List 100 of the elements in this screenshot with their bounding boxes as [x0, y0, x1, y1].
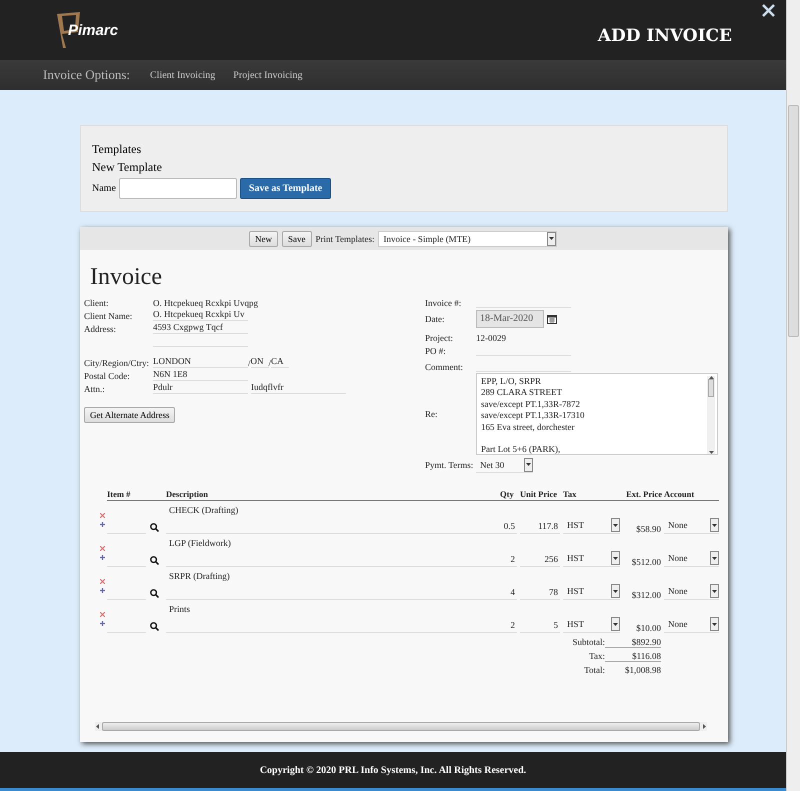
quantity-field[interactable]: 2	[500, 553, 517, 567]
print-templates-label: Print Templates:	[316, 234, 374, 244]
ext-price-value: $312.00	[630, 590, 662, 600]
unit-price-field[interactable]: 5	[520, 619, 560, 633]
column-header: Account	[664, 489, 719, 501]
toolbar-button[interactable]: Save	[282, 230, 312, 246]
attn-last-field[interactable]: Iudqflvfr	[251, 381, 346, 394]
description-field[interactable]: SRPR (Drafting)	[166, 567, 500, 600]
total-label: Total:	[583, 665, 605, 675]
toolbar-button[interactable]: New	[249, 230, 278, 246]
column-header: Qty	[500, 489, 520, 501]
account-dropdown[interactable]: None	[664, 550, 719, 567]
project-value: 12-0029	[476, 333, 506, 343]
total-label: Tax:	[588, 651, 605, 662]
field-label: PO #:	[425, 346, 447, 356]
unit-price-field[interactable]: 117.8	[520, 520, 560, 534]
field-label: City/Region/Ctry:	[84, 358, 150, 368]
name-field[interactable]	[118, 178, 237, 199]
column-header: Tax	[563, 489, 622, 501]
field-label: Date:	[425, 314, 446, 324]
client-name-field[interactable]: O. Htcpekueq Rcxkpi Uv	[153, 308, 248, 321]
delete-icon[interactable]	[100, 578, 104, 584]
add-icon[interactable]	[100, 588, 104, 592]
delete-icon[interactable]	[100, 612, 104, 616]
search-icon[interactable]	[150, 523, 159, 532]
tax-dropdown[interactable]: HST	[563, 517, 620, 534]
alternate-address-button[interactable]: Get Alternate Address	[84, 407, 176, 423]
address-field[interactable]: 4593 Cxgpwg Tqcf	[153, 321, 248, 334]
field-label: Postal Code:	[84, 371, 131, 381]
delete-icon[interactable]	[100, 512, 104, 518]
quantity-field[interactable]: 2	[500, 619, 517, 633]
invoice-title: Invoice	[90, 264, 163, 291]
scroll-thumb[interactable]	[708, 379, 714, 397]
save-template-button[interactable]: Save as Template	[240, 178, 332, 199]
field-label: Pymt. Terms:	[425, 460, 474, 470]
column-header: Item #	[107, 489, 150, 501]
ext-price-value: $10.00	[635, 623, 662, 633]
horizontal-scrollbar[interactable]	[95, 722, 707, 731]
attn-first-field[interactable]: Pdulr	[153, 381, 248, 394]
field-label: Address:	[84, 324, 117, 334]
logo-text: Pimarc	[68, 22, 118, 38]
name-label: Name	[92, 183, 116, 194]
unit-price-field[interactable]: 78	[520, 586, 560, 600]
postal-code-field[interactable]: N6N 1E8	[153, 368, 248, 381]
description-field[interactable]: Prints	[166, 600, 500, 633]
payment-terms-dropdown[interactable]: Net 30	[476, 457, 533, 473]
tax-dropdown[interactable]: HST	[563, 616, 620, 633]
search-icon[interactable]	[150, 556, 159, 565]
templates-heading: Templates	[92, 142, 142, 156]
column-header: Ext. Price	[622, 489, 664, 501]
total-value: $116.08	[605, 651, 661, 662]
account-dropdown[interactable]: None	[664, 616, 719, 633]
account-dropdown[interactable]: None	[664, 583, 719, 600]
nav-link[interactable]: Client Invoicing	[150, 70, 216, 80]
delete-icon[interactable]	[100, 546, 104, 550]
nav-label: Invoice Options:	[43, 67, 130, 83]
description-field[interactable]: CHECK (Drafting)	[166, 501, 500, 534]
field-label: Invoice #:	[425, 298, 462, 308]
separator-text: /	[248, 358, 251, 368]
add-icon[interactable]	[100, 620, 104, 626]
scroll-right-icon[interactable]	[702, 724, 707, 729]
add-icon[interactable]	[100, 522, 104, 526]
print-template-dropdown[interactable]: Invoice - Simple (MTE)	[378, 230, 558, 246]
unit-price-field[interactable]: 256	[520, 553, 560, 567]
column-header: Description	[166, 489, 500, 501]
total-value: $892.90	[605, 637, 661, 648]
total-label: Subtotal:	[572, 637, 605, 648]
scrollbar[interactable]	[707, 376, 715, 454]
separator-text: /	[268, 358, 272, 368]
search-icon[interactable]	[150, 589, 159, 598]
field-label: Attn.:	[84, 384, 106, 394]
nav-link[interactable]: Project Invoicing	[233, 70, 302, 80]
add-icon[interactable]	[100, 554, 104, 560]
search-icon[interactable]	[150, 622, 159, 631]
calendar-icon[interactable]	[547, 314, 557, 324]
total-value: $1,008.98	[624, 665, 661, 675]
new-template-heading: New Template	[92, 160, 162, 174]
close-icon[interactable]	[762, 4, 776, 17]
re-field[interactable]: EPP, L/O, SRPR 289 CLARA STREET save/except PT.1,33R-7872 save/except PT.1,33R-17310 165 Eva street, dorchester Part Lot 5+6 (PARK),	[476, 373, 718, 455]
quantity-field[interactable]: 4	[500, 586, 517, 600]
scroll-left-icon[interactable]	[95, 724, 100, 729]
field-label: Re:	[425, 409, 438, 419]
field-label: Project:	[425, 333, 454, 343]
country-field[interactable]: CA	[271, 355, 290, 368]
account-dropdown[interactable]: None	[664, 517, 719, 534]
client-value: O. Htcpekueq Rcxkpi Uvqpg	[153, 298, 258, 308]
quantity-field[interactable]: 0.5	[500, 520, 517, 534]
city-field[interactable]: LONDON	[153, 355, 248, 368]
tax-dropdown[interactable]: HST	[563, 550, 620, 567]
page-scrollbar[interactable]	[786, 0, 800, 791]
ext-price-value: $58.90	[635, 524, 662, 534]
field-label: Client Name:	[84, 311, 134, 321]
tax-dropdown[interactable]: HST	[563, 583, 620, 600]
column-header: Unit Price	[520, 489, 563, 501]
copyright-text: Copyright © 2020 PRL Info Systems, Inc. All Rights Reserved.	[260, 764, 526, 776]
ext-price-value: $512.00	[630, 557, 662, 567]
field-label: Comment:	[425, 362, 464, 372]
description-field[interactable]: LGP (Fieldwork)	[166, 534, 500, 567]
region-field[interactable]: ON	[250, 355, 269, 368]
scroll-down-icon[interactable]	[708, 451, 714, 454]
